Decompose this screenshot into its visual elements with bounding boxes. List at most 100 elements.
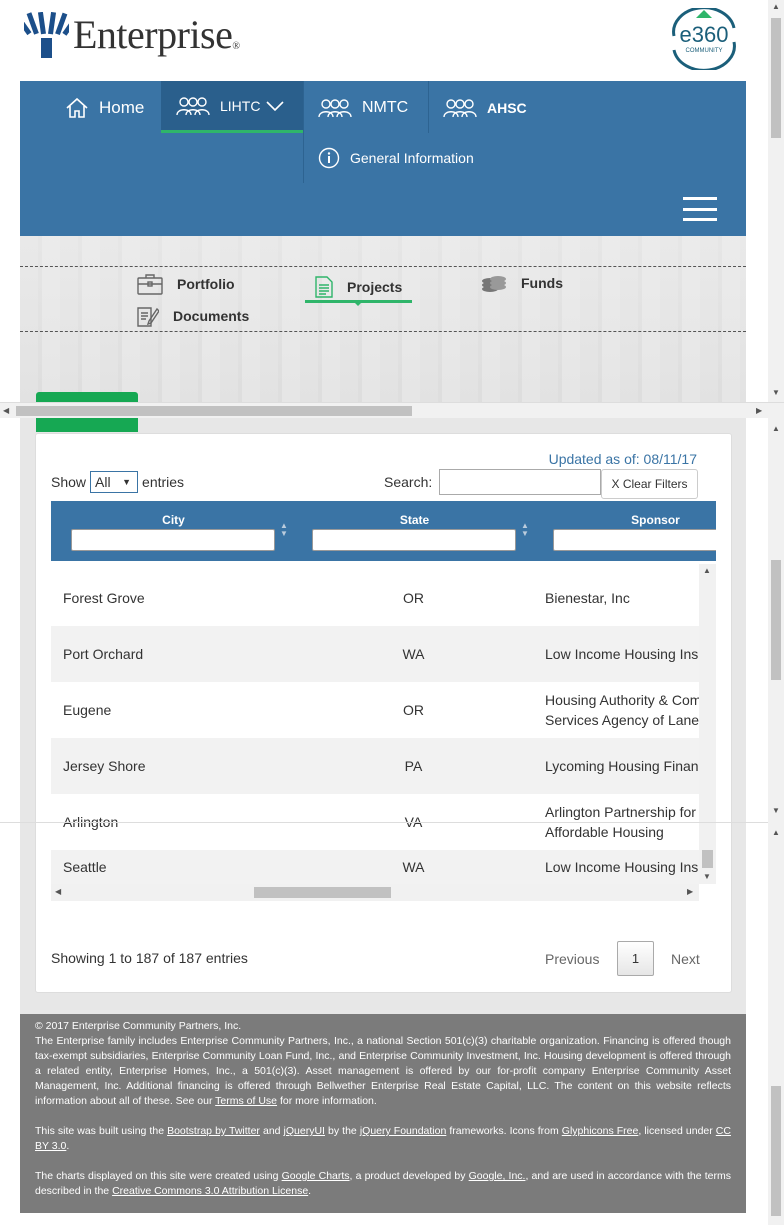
- subnav-portfolio[interactable]: Portfolio: [137, 273, 235, 295]
- previous-page-button[interactable]: Previous: [545, 951, 599, 967]
- cell-city: Jersey Shore: [63, 758, 146, 774]
- cell-sponsor: Housing Authority & Com Services Agency …: [545, 692, 702, 728]
- entries-label: entries: [142, 474, 185, 490]
- table-row[interactable]: Eugene OR Housing Authority & Com Servic…: [51, 682, 701, 738]
- nav-home-label: Home: [99, 98, 145, 117]
- nav-home[interactable]: Home: [65, 95, 144, 121]
- scrollbar-thumb[interactable]: [771, 1086, 781, 1216]
- e360-text: e360: [680, 22, 729, 47]
- cc-attribution-link[interactable]: Creative Commons 3.0 Attribution License: [112, 1185, 308, 1197]
- next-page-button[interactable]: Next: [671, 951, 700, 967]
- enterprise-logo[interactable]: Enterprise®: [24, 12, 240, 58]
- group-icon: [176, 96, 210, 115]
- google-inc-link[interactable]: Google, Inc.: [469, 1170, 526, 1182]
- jqueryui-link[interactable]: jQueryUI: [284, 1125, 325, 1137]
- page-1-button[interactable]: 1: [617, 941, 654, 976]
- nav-nmtc[interactable]: NMTC: [318, 95, 408, 121]
- cell-state: PA: [404, 758, 423, 774]
- footer-credits: This site was built using the Bootstrap …: [35, 1125, 731, 1152]
- column-state[interactable]: State ▲ ▼: [292, 501, 537, 561]
- nav-lihtc-label: LIHTC: [220, 97, 261, 114]
- jquery-foundation-link[interactable]: jQuery Foundation: [360, 1125, 447, 1137]
- search-input[interactable]: [439, 469, 601, 495]
- subnav-documents-label: Documents: [173, 308, 250, 324]
- cell-city: Eugene: [63, 702, 112, 718]
- cell-city: Seattle: [63, 859, 107, 875]
- brand-name: Enterprise: [73, 12, 233, 57]
- dropdown-arrow-icon: ▼: [122, 477, 132, 487]
- cell-state: WA: [402, 859, 425, 875]
- sort-icon[interactable]: ▲ ▼: [280, 522, 288, 538]
- column-sponsor[interactable]: Sponsor: [533, 501, 716, 561]
- terms-of-use-link[interactable]: Terms of Use: [215, 1095, 277, 1107]
- sponsor-filter-input[interactable]: [553, 529, 716, 551]
- e360-community-logo-icon[interactable]: e360 COMMUNITY: [664, 8, 744, 70]
- nav-ahsc[interactable]: AHSC: [443, 95, 527, 121]
- sort-icon[interactable]: ▲ ▼: [521, 522, 529, 538]
- subnav-funds[interactable]: Funds: [481, 273, 563, 293]
- frame-vertical-scrollbar[interactable]: ▲ ▼: [768, 0, 784, 402]
- table-vertical-scrollbar[interactable]: ▲ ▼: [699, 564, 716, 884]
- subnav-projects-label: Projects: [347, 278, 403, 295]
- subnav-projects[interactable]: Projects: [305, 273, 412, 306]
- scrollbar-thumb[interactable]: [702, 850, 713, 868]
- cell-city: Port Orchard: [63, 646, 144, 662]
- chevron-down-icon: [266, 100, 285, 111]
- group-icon: [318, 99, 352, 118]
- scrollbar-thumb[interactable]: [771, 560, 781, 680]
- entries-select-value: All: [95, 474, 111, 490]
- search-label: Search:: [384, 474, 433, 490]
- table-row[interactable]: Jersey Shore PA Lycoming Housing Finan: [51, 738, 699, 794]
- nav-general-information[interactable]: General Information: [318, 147, 474, 169]
- scrollbar-thumb[interactable]: [771, 18, 781, 138]
- table-row[interactable]: Forest Grove OR Bienestar, Inc: [51, 570, 699, 626]
- group-icon: [443, 99, 477, 118]
- nav-nmtc-label: NMTC: [362, 99, 409, 116]
- column-header-city: City: [162, 513, 185, 527]
- table-row[interactable]: Port Orchard WA Low Income Housing Ins: [51, 626, 699, 682]
- table-row[interactable]: Seattle WA Low Income Housing Ins: [51, 850, 699, 884]
- projects-table-panel: Updated as of: 08/11/17 Show All ▼ entrie…: [35, 433, 732, 993]
- city-filter-input[interactable]: [71, 529, 275, 551]
- updated-date: Updated as of: 08/11/17: [548, 451, 697, 467]
- nav-lihtc[interactable]: LIHTC: [161, 81, 303, 133]
- scrollbar-thumb[interactable]: [254, 887, 391, 898]
- glyphicons-link[interactable]: Glyphicons Free: [562, 1125, 639, 1137]
- frame-divider: [0, 822, 768, 823]
- table-header: City ▲ ▼ State ▲ ▼ Sponsor: [51, 501, 716, 561]
- footer-disclaimer: The Enterprise family includes Enterpris…: [35, 1035, 731, 1107]
- briefcase-icon: [137, 274, 163, 295]
- main-nav: Home LIHTC NMTC AHSC General Information: [20, 81, 746, 236]
- cell-sponsor: Lycoming Housing Finan: [545, 758, 699, 774]
- hamburger-menu-icon[interactable]: [683, 197, 717, 221]
- registered-mark: ®: [232, 41, 240, 52]
- column-city[interactable]: City ▲ ▼: [51, 501, 296, 561]
- entries-select[interactable]: All ▼: [90, 471, 139, 493]
- cell-state: OR: [403, 702, 424, 718]
- frame-horizontal-scrollbar[interactable]: ◀ ▶: [0, 402, 784, 418]
- show-label: Show: [51, 474, 87, 490]
- subnav-portfolio-label: Portfolio: [177, 276, 235, 292]
- frame-vertical-scrollbar[interactable]: ▲ ▼: [768, 418, 784, 822]
- info-icon: [318, 147, 340, 169]
- site-footer: © 2017 Enterprise Community Partners, In…: [20, 1014, 746, 1213]
- state-filter-input[interactable]: [312, 529, 516, 551]
- cell-state: WA: [402, 646, 425, 662]
- frame-vertical-scrollbar[interactable]: ▲: [768, 822, 784, 1225]
- footer-copyright: © 2017 Enterprise Community Partners, In…: [35, 1020, 242, 1032]
- nav-ahsc-label: AHSC: [487, 100, 527, 116]
- clear-filters-button[interactable]: X Clear Filters: [601, 469, 698, 499]
- cell-sponsor: Low Income Housing Ins: [545, 646, 699, 662]
- subnav-funds-label: Funds: [521, 275, 563, 291]
- google-charts-link[interactable]: Google Charts: [282, 1170, 350, 1182]
- scrollbar-thumb[interactable]: [16, 406, 412, 416]
- table-horizontal-scrollbar[interactable]: ◀ ▶: [51, 884, 699, 901]
- column-header-state: State: [399, 513, 430, 527]
- community-text: COMMUNITY: [686, 48, 723, 54]
- cell-state: OR: [403, 590, 424, 606]
- sub-nav: Portfolio Projects Funds Documents: [20, 266, 746, 332]
- subnav-documents[interactable]: Documents: [137, 305, 249, 327]
- section-tab[interactable]: [36, 418, 138, 432]
- table-info: Showing 1 to 187 of 187 entries: [51, 950, 248, 966]
- bootstrap-link[interactable]: Bootstrap by Twitter: [167, 1125, 260, 1137]
